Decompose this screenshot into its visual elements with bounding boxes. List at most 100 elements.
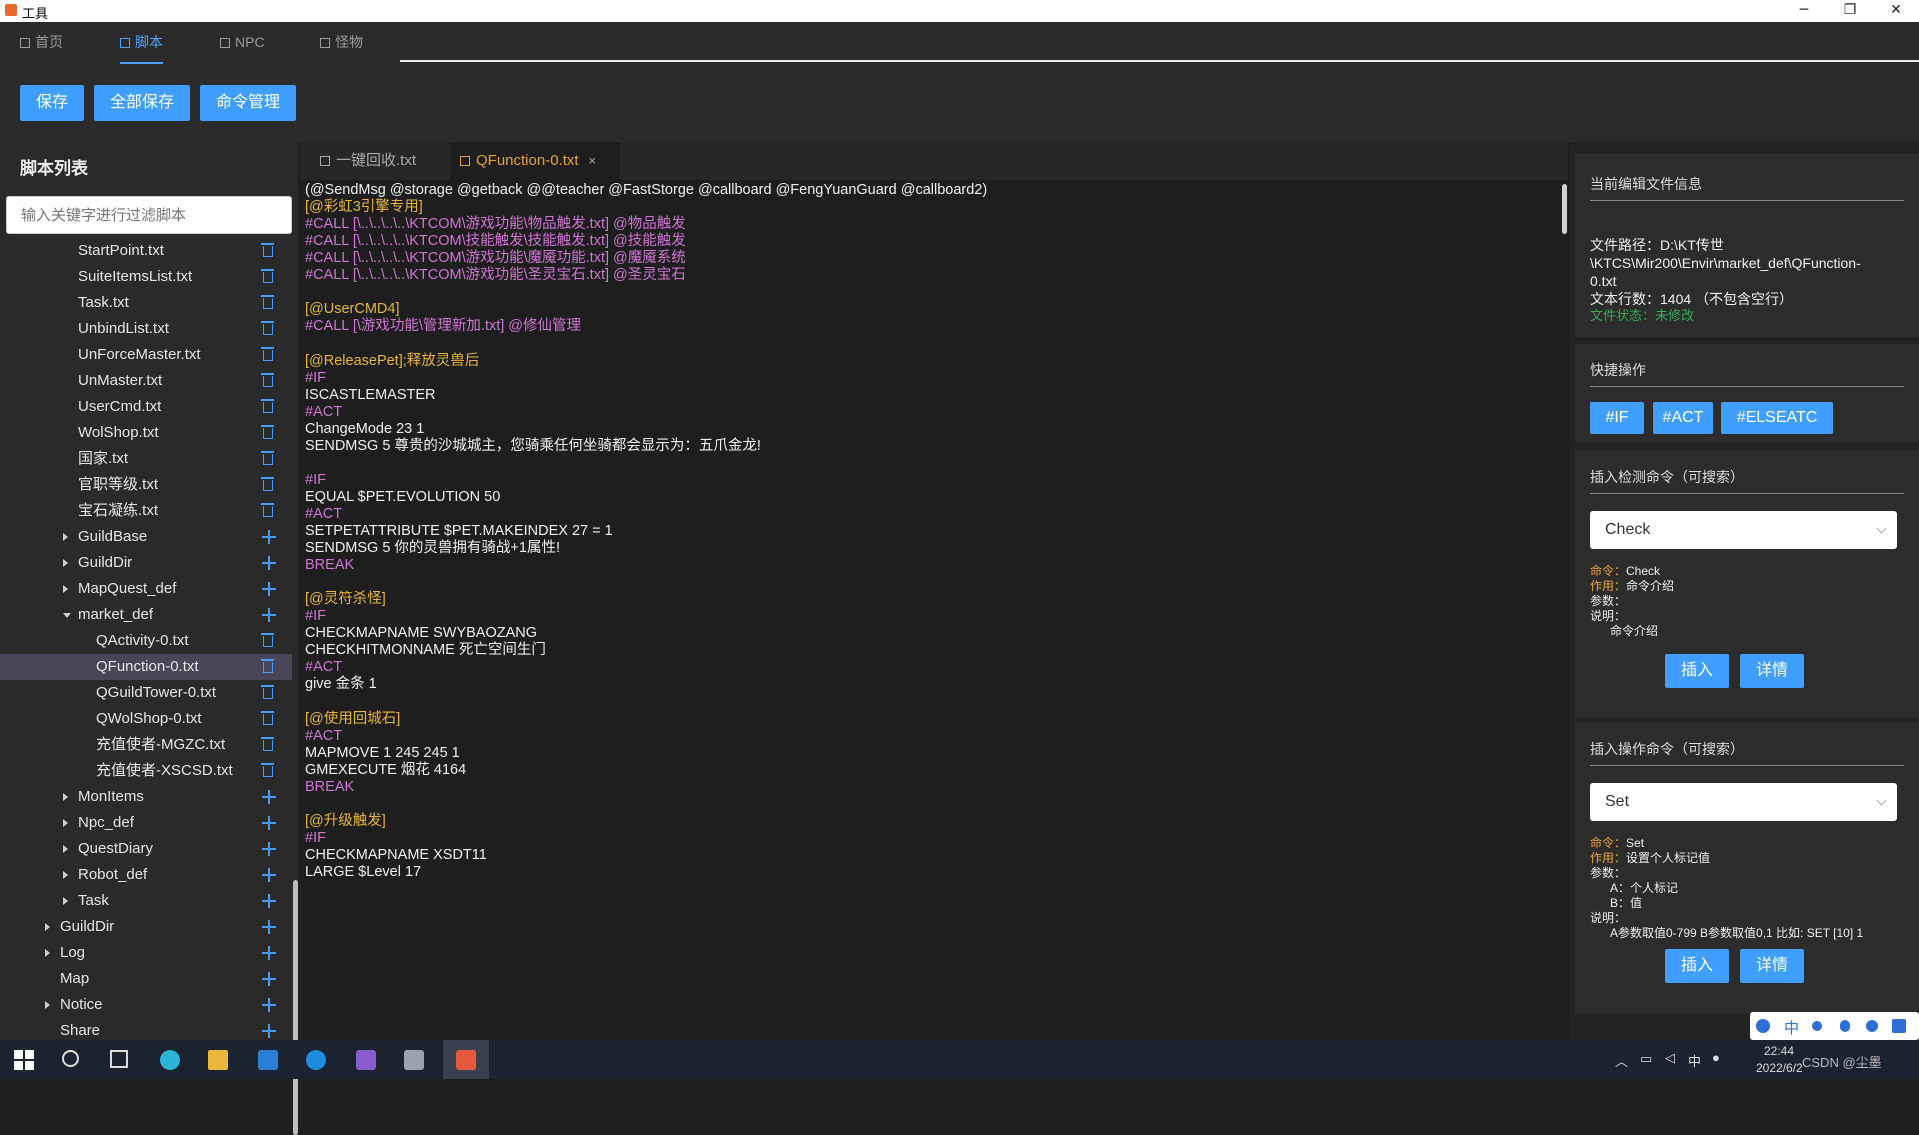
tree-file[interactable]: UserCmd.txt [0,394,292,420]
delete-icon[interactable] [261,399,274,413]
add-icon[interactable] [262,998,276,1012]
caret-right-icon[interactable] [63,585,68,593]
edge-browser-icon[interactable] [160,1050,180,1070]
clock-date[interactable]: 2022/6/2 [1756,1061,1803,1075]
task-view-icon[interactable] [110,1050,128,1068]
add-icon[interactable] [262,842,276,856]
add-icon[interactable] [262,972,276,986]
add-icon[interactable] [262,556,276,570]
caret-right-icon[interactable] [63,819,68,827]
delete-icon[interactable] [261,633,274,647]
tree-file[interactable]: 官职等级.txt [0,472,292,498]
caret-right-icon[interactable] [63,845,68,853]
action-command-select[interactable]: Set [1590,783,1897,821]
delete-icon[interactable] [261,425,274,439]
tree-folder[interactable]: Share [0,1018,292,1038]
tree-file[interactable]: QWolShop-0.txt [0,706,292,732]
tab-script[interactable]: 脚本 [120,22,163,64]
add-icon[interactable] [262,530,276,544]
check-insert-button[interactable]: 插入 [1665,654,1729,688]
caret-right-icon[interactable] [45,923,50,931]
caret-right-icon[interactable] [63,793,68,801]
delete-icon[interactable] [261,451,274,465]
add-icon[interactable] [262,920,276,934]
delete-icon[interactable] [261,243,274,257]
user-icon[interactable] [1866,1020,1878,1032]
delete-icon[interactable] [261,347,274,361]
add-icon[interactable] [262,868,276,882]
visual-studio-icon[interactable] [356,1050,376,1070]
add-icon[interactable] [262,1024,276,1038]
caret-right-icon[interactable] [63,897,68,905]
tab-home[interactable]: 首页 [20,22,63,62]
caret-right-icon[interactable] [45,1001,50,1009]
tree-folder[interactable]: Robot_def [0,862,292,888]
restore-button[interactable]: ❐ [1827,0,1873,22]
editor-tab-recycle[interactable]: 一键回收.txt [320,142,438,180]
ime-indicator[interactable]: 中 [1688,1051,1701,1070]
act-insert-button[interactable]: 插入 [1665,949,1729,983]
microphone-icon[interactable] [1840,1020,1850,1032]
delete-icon[interactable] [261,659,274,673]
ime-punct-icon[interactable] [1812,1021,1822,1031]
active-app-slot[interactable] [443,1040,489,1079]
check-detail-button[interactable]: 详情 [1740,654,1804,688]
tree-file[interactable]: UnMaster.txt [0,368,292,394]
save-button[interactable]: 保存 [20,85,84,121]
tree-folder[interactable]: GuildDir [0,550,292,576]
caret-right-icon[interactable] [63,559,68,567]
tree-file[interactable]: StartPoint.txt [0,238,292,264]
app-icon-generic[interactable] [404,1050,424,1070]
search-icon[interactable] [62,1050,79,1067]
ime-toolbar[interactable]: 中 [1750,1012,1919,1040]
add-icon[interactable] [262,790,276,804]
tree-folder[interactable]: MapQuest_def [0,576,292,602]
delete-icon[interactable] [261,269,274,283]
tree-folder[interactable]: Notice [0,992,292,1018]
chevron-up-icon[interactable]: ︿ [1615,1051,1628,1070]
add-icon[interactable] [262,894,276,908]
delete-icon[interactable] [261,321,274,335]
code-area[interactable]: (@SendMsg @storage @getback @@teacher @F… [305,182,1560,1040]
tab-close-icon[interactable]: × [589,153,597,168]
tree-folder[interactable]: Task [0,888,292,914]
tree-folder[interactable]: Log [0,940,292,966]
editor-tab-qfunction[interactable]: QFunction-0.txt × [450,142,620,180]
delete-icon[interactable] [261,685,274,699]
tree-file[interactable]: WolShop.txt [0,420,292,446]
tree-file[interactable]: SuiteItemsList.txt [0,264,292,290]
tree-file[interactable]: 充值使者-MGZC.txt [0,732,292,758]
tree-folder[interactable]: GuildDir [0,914,292,940]
tree-folder[interactable]: QuestDiary [0,836,292,862]
tree-folder[interactable]: GuildBase [0,524,292,550]
vscode-icon[interactable] [258,1050,278,1070]
caret-down-icon[interactable] [63,613,71,618]
add-icon[interactable] [262,582,276,596]
delete-icon[interactable] [261,373,274,387]
grid-icon[interactable] [1892,1019,1906,1033]
command-manage-button[interactable]: 命令管理 [200,85,296,121]
tab-monster[interactable]: 怪物 [320,22,363,62]
tab-npc[interactable]: NPC [220,22,265,62]
add-icon[interactable] [262,608,276,622]
minimize-button[interactable]: ─ [1781,0,1827,22]
tree-file[interactable]: 国家.txt [0,446,292,472]
script-list-scrollbar[interactable] [293,880,298,1135]
act-detail-button[interactable]: 详情 [1740,949,1804,983]
tree-folder[interactable]: Map [0,966,292,992]
tree-folder[interactable]: market_def [0,602,292,628]
tree-file[interactable]: 充值使者-XSCSD.txt [0,758,292,784]
caret-right-icon[interactable] [63,871,68,879]
add-icon[interactable] [262,946,276,960]
clock-time[interactable]: 22:44 [1764,1044,1794,1058]
tree-file[interactable]: QGuildTower-0.txt [0,680,292,706]
delete-icon[interactable] [261,503,274,517]
close-button[interactable]: ✕ [1873,0,1919,22]
tree-file[interactable]: UnbindList.txt [0,316,292,342]
quick-if-button[interactable]: #IF [1590,402,1644,434]
script-filter-input[interactable] [6,196,292,234]
add-icon[interactable] [262,816,276,830]
quick-elseact-button[interactable]: #ELSEATC [1721,402,1833,434]
editor-scrollbar[interactable] [1562,184,1567,234]
quick-act-button[interactable]: #ACT [1653,402,1713,434]
